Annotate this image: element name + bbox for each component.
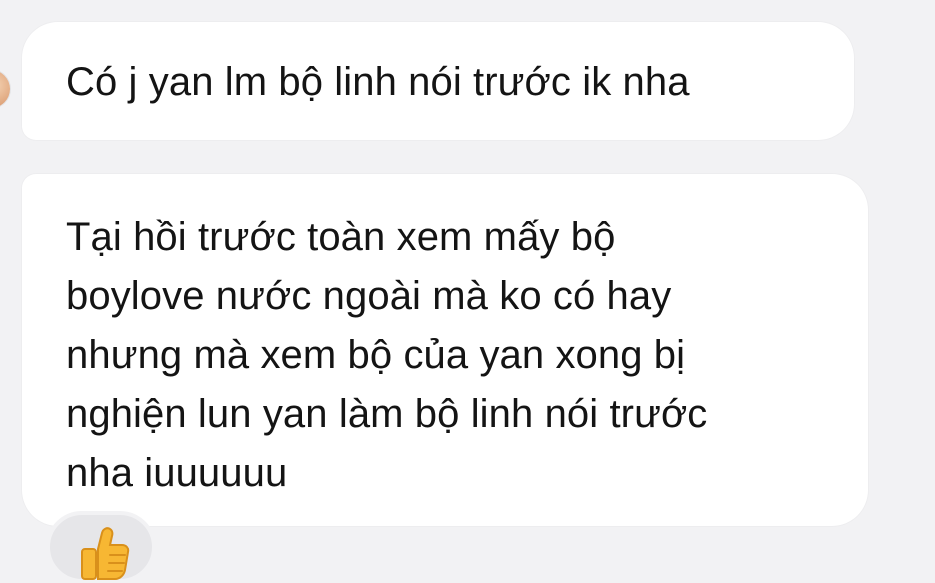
reaction-chip[interactable]: [46, 511, 156, 583]
sender-avatar[interactable]: [0, 70, 10, 108]
message-text-1: Có j yan lm bộ linh nói trước ik nha: [66, 60, 690, 104]
message-bubble-2[interactable]: Tại hồi trước toàn xem mấy bộ boylove nư…: [22, 174, 868, 526]
message-bubble-1[interactable]: Có j yan lm bộ linh nói trước ik nha: [22, 22, 854, 140]
thumbs-up-icon: [81, 527, 130, 580]
message-text-2: Tại hồi trước toàn xem mấy bộ boylove nư…: [66, 215, 708, 495]
